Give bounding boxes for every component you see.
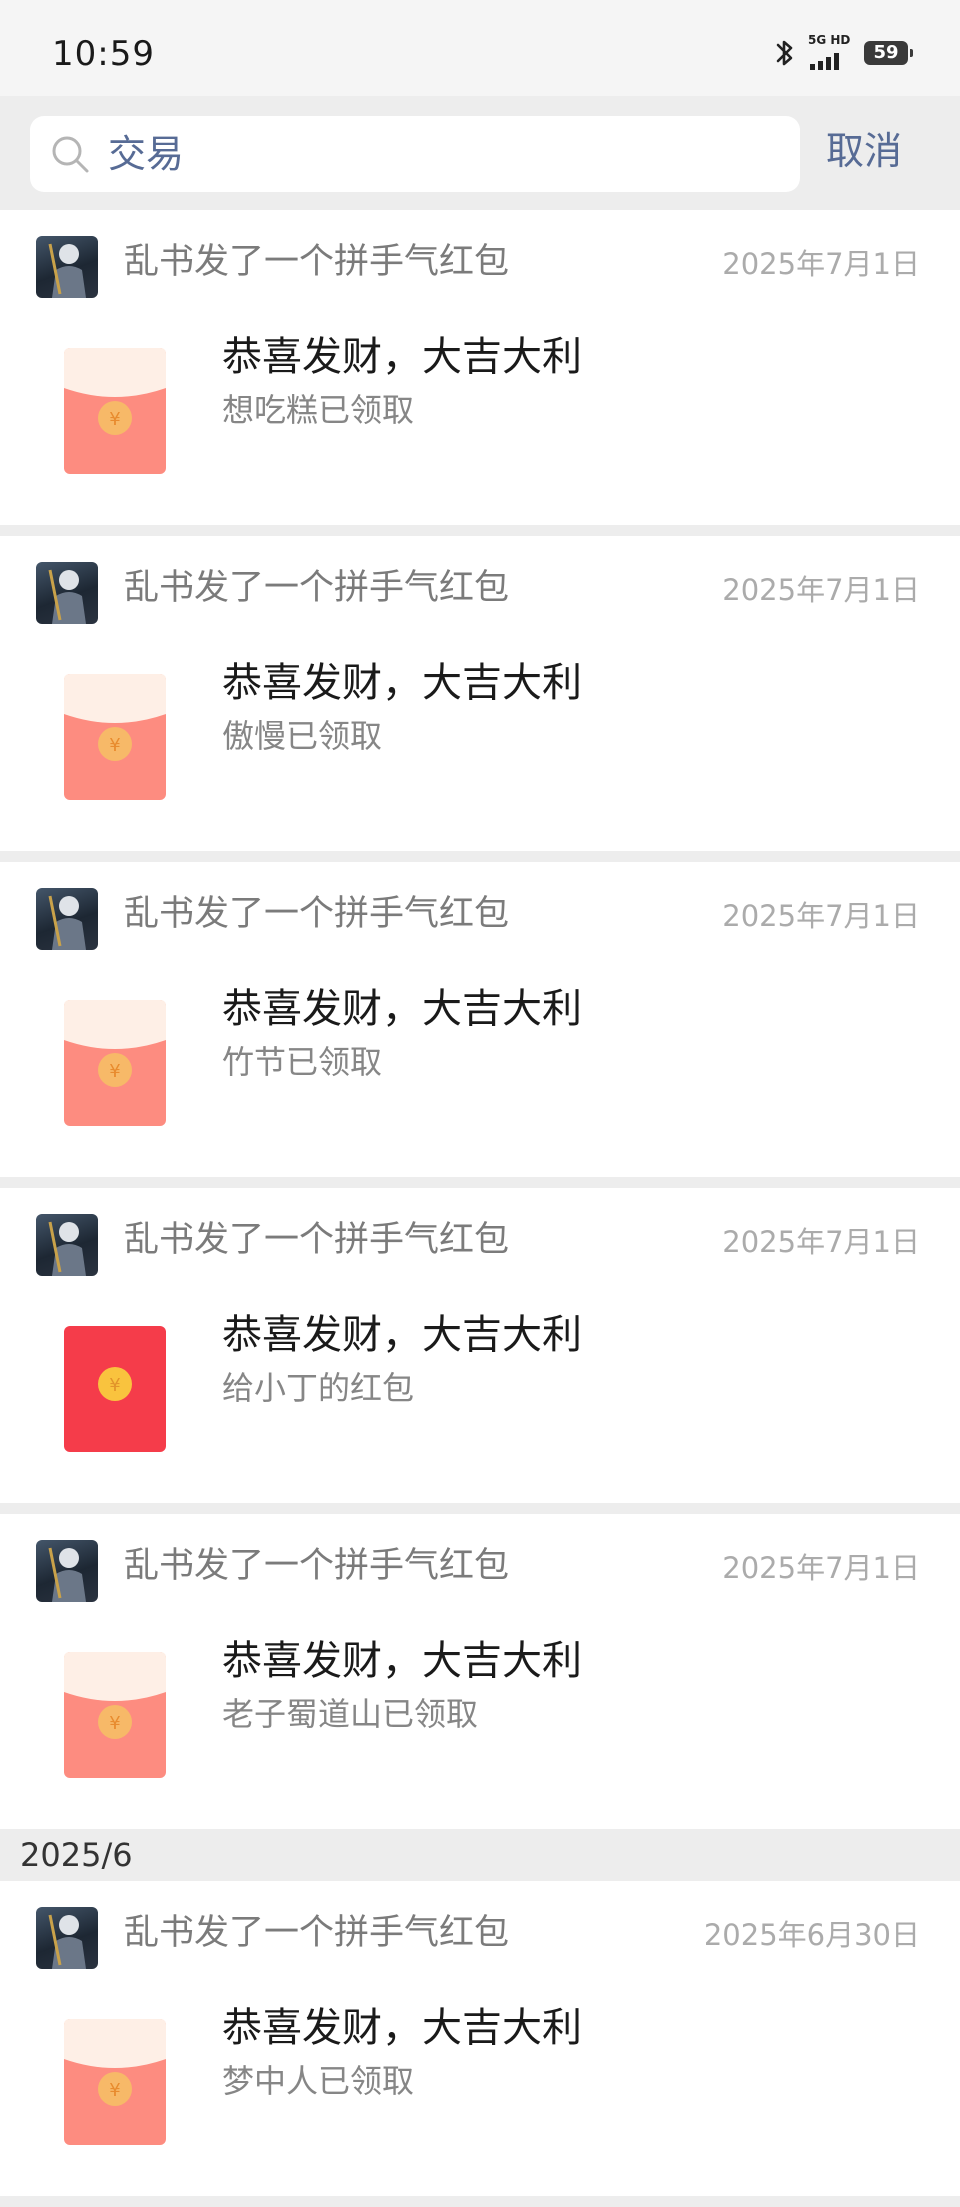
message-title: 恭喜发财，大吉大利 [222,986,582,1032]
list-item[interactable]: 乱书发了一个拼手气红包 2025年7月1日 ¥ 恭喜发财，大吉大利 给小丁的红包 [0,1188,960,1503]
date-text: 2025年7月1日 [722,899,920,933]
bluetooth-icon [776,40,793,66]
search-bar: 交易 取消 [0,96,960,210]
red-packet-icon: ¥ [64,1326,166,1452]
svg-text:¥: ¥ [109,1061,120,1082]
battery-icon: 59 [864,41,913,65]
date-text: 2025年6月30日 [703,1918,920,1952]
search-icon [52,136,89,173]
sender-text: 乱书发了一个拼手气红包 [124,1546,510,1586]
signal-icon: 5G HD [808,33,854,70]
list-item[interactable]: 乱书发了一个拼手气红包 2025年7月1日 ¥ 恭喜发财，大吉大利 想吃糕已领取 [0,210,960,525]
date-text: 2025年7月1日 [722,247,920,281]
date-text: 2025年7月1日 [722,1225,920,1259]
avatar[interactable] [36,562,98,624]
message-title: 恭喜发财，大吉大利 [222,2005,582,2051]
claim-status: 给小丁的红包 [222,1369,415,1407]
search-input[interactable]: 交易 [30,116,800,192]
month-label: 2025/6 [20,1836,133,1874]
red-packet-icon: ¥ [64,674,166,800]
svg-text:¥: ¥ [109,1713,120,1734]
search-results-list: 乱书发了一个拼手气红包 2025年7月1日 ¥ 恭喜发财，大吉大利 想吃糕已领取… [0,210,960,2207]
svg-text:¥: ¥ [109,409,120,430]
claim-status: 梦中人已领取 [222,2062,415,2100]
avatar[interactable] [36,1540,98,1602]
status-bar: 10:59 5G HD 59 [0,0,960,96]
month-section-header: 2025/6 [0,1829,960,1881]
claim-status: 傲慢已领取 [222,717,383,755]
claim-status: 竹节已领取 [222,1043,383,1081]
sender-text: 乱书发了一个拼手气红包 [124,242,510,282]
search-query: 交易 [108,132,185,176]
claim-status: 老子蜀道山已领取 [222,1695,479,1733]
avatar[interactable] [36,888,98,950]
avatar[interactable] [36,1907,98,1969]
list-item[interactable]: 乱书发了一个拼手气红包 2025年7月1日 ¥ 恭喜发财，大吉大利 竹节已领取 [0,862,960,1177]
svg-text:¥: ¥ [109,735,120,756]
red-packet-icon: ¥ [64,1652,166,1778]
claim-status: 想吃糕已领取 [222,391,415,429]
status-icons: 5G HD 59 [772,33,913,70]
sender-text: 乱书发了一个拼手气红包 [124,894,510,934]
list-item[interactable]: 乱书发了一个拼手气红包 2025年7月1日 ¥ 恭喜发财，大吉大利 傲慢已领取 [0,536,960,851]
sender-text: 乱书发了一个拼手气红包 [124,568,510,608]
cancel-button[interactable]: 取消 [826,126,902,176]
message-title: 恭喜发财，大吉大利 [222,334,582,380]
red-packet-icon: ¥ [64,348,166,474]
red-packet-icon: ¥ [64,1000,166,1126]
message-title: 恭喜发财，大吉大利 [222,1638,582,1684]
svg-text:¥: ¥ [109,2080,120,2101]
sender-text: 乱书发了一个拼手气红包 [124,1913,510,1953]
avatar[interactable] [36,236,98,298]
sender-text: 乱书发了一个拼手气红包 [124,1220,510,1260]
svg-text:¥: ¥ [109,1375,120,1396]
network-label: 5G HD [808,33,851,47]
message-title: 恭喜发财，大吉大利 [222,660,582,706]
date-text: 2025年7月1日 [722,1551,920,1585]
message-title: 恭喜发财，大吉大利 [222,1312,582,1358]
status-time: 10:59 [52,34,155,74]
list-item[interactable]: 乱书发了一个拼手气红包 2025年7月1日 ¥ 恭喜发财，大吉大利 老子蜀道山已… [0,1514,960,1829]
date-text: 2025年7月1日 [722,573,920,607]
avatar[interactable] [36,1214,98,1276]
red-packet-icon: ¥ [64,2019,166,2145]
list-item[interactable]: 乱书发了一个拼手气红包 2025年6月30日 ¥ 恭喜发财，大吉大利 梦中人已领… [0,1881,960,2196]
